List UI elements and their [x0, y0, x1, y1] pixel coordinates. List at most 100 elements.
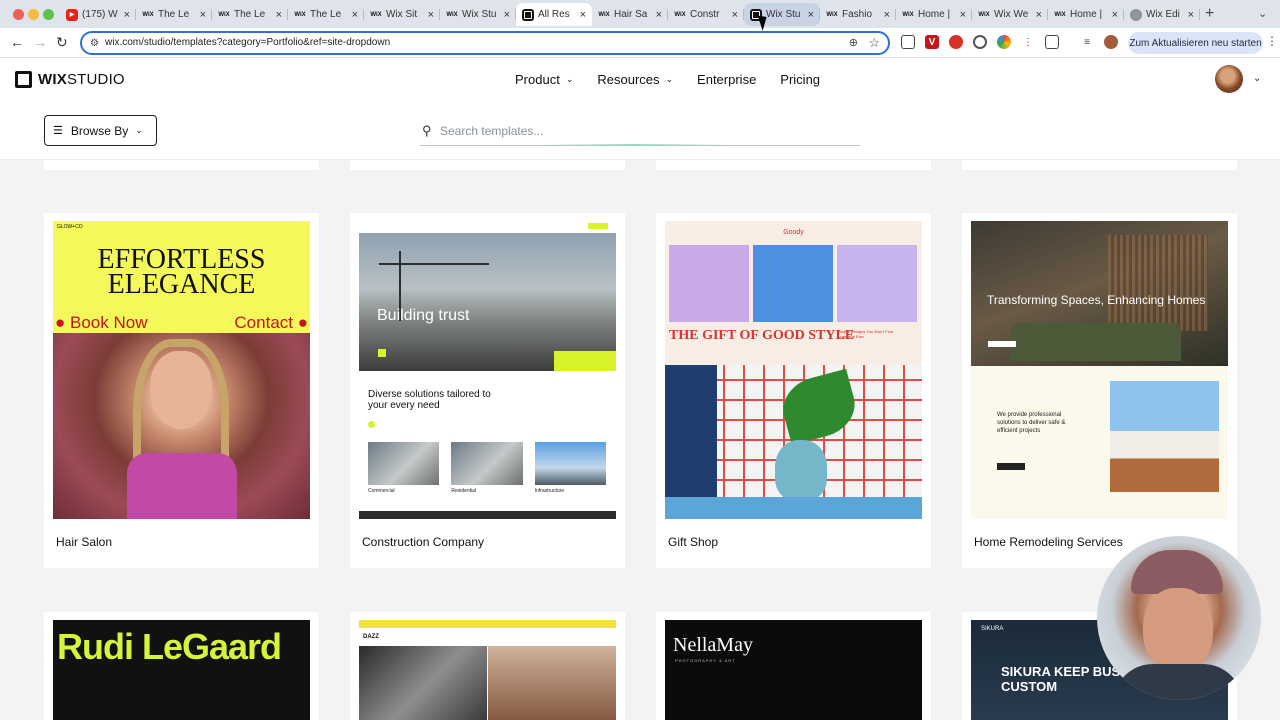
tab-close-icon[interactable]: ×	[1188, 9, 1194, 21]
template-card[interactable]: DAZZ	[350, 612, 625, 720]
vivaldi-extension-icon[interactable]: V	[925, 35, 939, 49]
screenshot-extension-icon[interactable]	[901, 35, 915, 49]
preview-photo-top	[127, 453, 237, 519]
browser-tab[interactable]: Wix Edi ×	[1124, 3, 1200, 26]
template-card-construction-company[interactable]: Building trust Diverse solutions tailore…	[350, 213, 625, 568]
reload-icon[interactable]: ↻	[56, 34, 68, 51]
template-thumbnail[interactable]: Building trust Diverse solutions tailore…	[359, 221, 616, 519]
template-card[interactable]: Rudi LeGaard	[44, 612, 319, 720]
tab-close-icon[interactable]: ×	[124, 9, 130, 21]
forward-arrow-icon[interactable]: →	[33, 34, 47, 50]
wix-icon: WiX	[826, 11, 838, 18]
minimize-window-button[interactable]	[28, 9, 39, 20]
red-extension-icon[interactable]	[949, 35, 963, 49]
nav-item-product[interactable]: Product ⌄	[515, 72, 573, 87]
template-card-hair-salon[interactable]: GLOW+CO EFFORTLESS ELEGANCE ● Book Now C…	[44, 213, 319, 568]
search-input[interactable]	[440, 121, 840, 141]
browser-menu-icon[interactable]: ⋮	[1266, 34, 1278, 48]
nav-item-pricing[interactable]: Pricing	[780, 72, 820, 87]
tab-close-icon[interactable]: ×	[1112, 9, 1118, 21]
address-bar[interactable]: ⚙ wix.com/studio/templates?category=Port…	[80, 31, 890, 55]
browse-by-button[interactable]: ☰ Browse By ⌄	[44, 115, 157, 146]
bookmark-star-icon[interactable]: ☆	[868, 35, 880, 51]
circle-extension-icon[interactable]	[973, 35, 987, 49]
tab-close-icon[interactable]: ×	[428, 9, 434, 21]
tab-close-icon[interactable]: ×	[1036, 9, 1042, 21]
nav-item-enterprise[interactable]: Enterprise	[697, 72, 756, 87]
tab-close-icon[interactable]: ×	[732, 9, 738, 21]
tab-search-chevron-icon[interactable]: ⌄	[1258, 7, 1267, 20]
pin-extension-icon[interactable]: ⋮	[1021, 35, 1035, 49]
browser-tab[interactable]: WiX Wix Stu ×	[440, 3, 516, 26]
template-thumbnail[interactable]: Goody THE GIFT OF GOOD STYLE Unique Desi…	[665, 221, 922, 519]
template-name[interactable]: Construction Company	[362, 535, 484, 549]
preview-contact-pill	[588, 223, 608, 229]
wix-studio-logo[interactable]: WIXSTUDIO	[15, 71, 125, 88]
update-restart-button[interactable]: Zum Aktualisieren neu starten	[1128, 32, 1263, 54]
tab-close-icon[interactable]: ×	[884, 9, 890, 21]
puzzle-extensions-icon[interactable]	[1045, 35, 1059, 49]
template-thumbnail[interactable]: GLOW+CO EFFORTLESS ELEGANCE ● Book Now C…	[53, 221, 310, 519]
browser-tab[interactable]: WiX Home | ×	[1048, 3, 1124, 26]
browser-tab[interactable]: WiX Wix Sit ×	[364, 3, 440, 26]
site-settings-icon[interactable]: ⚙	[90, 38, 99, 49]
close-window-button[interactable]	[13, 9, 24, 20]
wix-icon: WiX	[598, 11, 610, 18]
template-name[interactable]: Gift Shop	[668, 535, 718, 549]
browser-tab[interactable]: WiX Wix We ×	[972, 3, 1048, 26]
youtube-icon: ▶	[66, 8, 78, 21]
preview-photo	[488, 646, 616, 720]
template-thumbnail[interactable]: Transforming Spaces, Enhancing Homes We …	[971, 221, 1228, 519]
template-thumbnail[interactable]: Rudi LeGaard	[53, 620, 310, 720]
zoom-icon[interactable]: ⊕	[849, 36, 858, 49]
browser-tab[interactable]: WiX The Le ×	[212, 3, 288, 26]
template-card-home-remodeling[interactable]: Transforming Spaces, Enhancing Homes We …	[962, 213, 1237, 568]
reading-list-icon[interactable]: ≡	[1080, 35, 1094, 49]
site-header: WIXSTUDIO Product ⌄ Resources ⌄ Enterprise…	[0, 58, 1280, 102]
tab-close-icon[interactable]: ×	[504, 9, 510, 21]
preview-headline: THE GIFT OF GOOD STYLE	[669, 328, 855, 343]
template-card[interactable]: NellaMay PHOTOGRAPHY & ART	[656, 612, 931, 720]
url-text[interactable]: wix.com/studio/templates?category=Portfo…	[105, 37, 390, 48]
browser-tab[interactable]: ▶ (175) W ×	[60, 3, 136, 26]
tab-close-icon[interactable]: ×	[352, 9, 358, 21]
preview-caption: Residential	[451, 488, 477, 494]
template-name[interactable]: Hair Salon	[56, 535, 112, 549]
tab-close-icon[interactable]: ×	[276, 9, 282, 21]
tab-title: (175) W	[82, 9, 118, 20]
browser-tab[interactable]: WiX Home | ×	[896, 3, 972, 26]
template-name[interactable]: Home Remodeling Services	[974, 535, 1123, 549]
maximize-window-button[interactable]	[43, 9, 54, 20]
previous-row-card	[656, 160, 931, 170]
browser-tab[interactable]: WiX The Le ×	[288, 3, 364, 26]
tab-close-icon[interactable]: ×	[656, 9, 662, 21]
preview-captions: Commercial Residential Infrastructure	[368, 488, 606, 494]
user-avatar[interactable]	[1215, 65, 1243, 93]
new-tab-button[interactable]: +	[1205, 5, 1214, 23]
wix-icon: WiX	[902, 11, 914, 18]
preview-section-heading: Diverse solutions tailored to your every…	[368, 389, 491, 411]
tab-close-icon[interactable]: ×	[808, 9, 814, 21]
tab-title: Hair Sa	[614, 9, 648, 20]
browser-tab[interactable]: WiX Fashio ×	[820, 3, 896, 26]
tab-close-icon[interactable]: ×	[960, 9, 966, 21]
template-thumbnail[interactable]: DAZZ	[359, 620, 616, 720]
browser-tab[interactable]: Wix Stu ×	[744, 3, 820, 26]
profile-avatar-icon[interactable]	[1104, 35, 1118, 49]
nav-item-resources[interactable]: Resources ⌄	[597, 72, 673, 87]
preview-brand: SIKURA	[981, 626, 1004, 632]
back-arrow-icon[interactable]: ←	[10, 34, 24, 50]
template-card-gift-shop[interactable]: Goody THE GIFT OF GOOD STYLE Unique Desi…	[656, 213, 931, 568]
tab-list: ▶ (175) W × WiX The Le × WiX The Le × WiX The Le × W…	[60, 3, 1200, 26]
preview-blurb: Unique Designs You Won't Find Anywhere E…	[837, 329, 894, 339]
browser-tab[interactable]: All Res ×	[516, 3, 592, 26]
preview-tagline: PHOTOGRAPHY & ART	[675, 658, 736, 663]
template-thumbnail[interactable]: NellaMay PHOTOGRAPHY & ART	[665, 620, 922, 720]
tab-close-icon[interactable]: ×	[200, 9, 206, 21]
tab-close-icon[interactable]: ×	[580, 9, 586, 21]
browser-tab[interactable]: WiX Constr ×	[668, 3, 744, 26]
color-extension-icon[interactable]	[997, 35, 1011, 49]
account-chevron-down-icon[interactable]: ⌄	[1253, 73, 1261, 84]
browser-tab[interactable]: WiX The Le ×	[136, 3, 212, 26]
browser-tab[interactable]: WiX Hair Sa ×	[592, 3, 668, 26]
